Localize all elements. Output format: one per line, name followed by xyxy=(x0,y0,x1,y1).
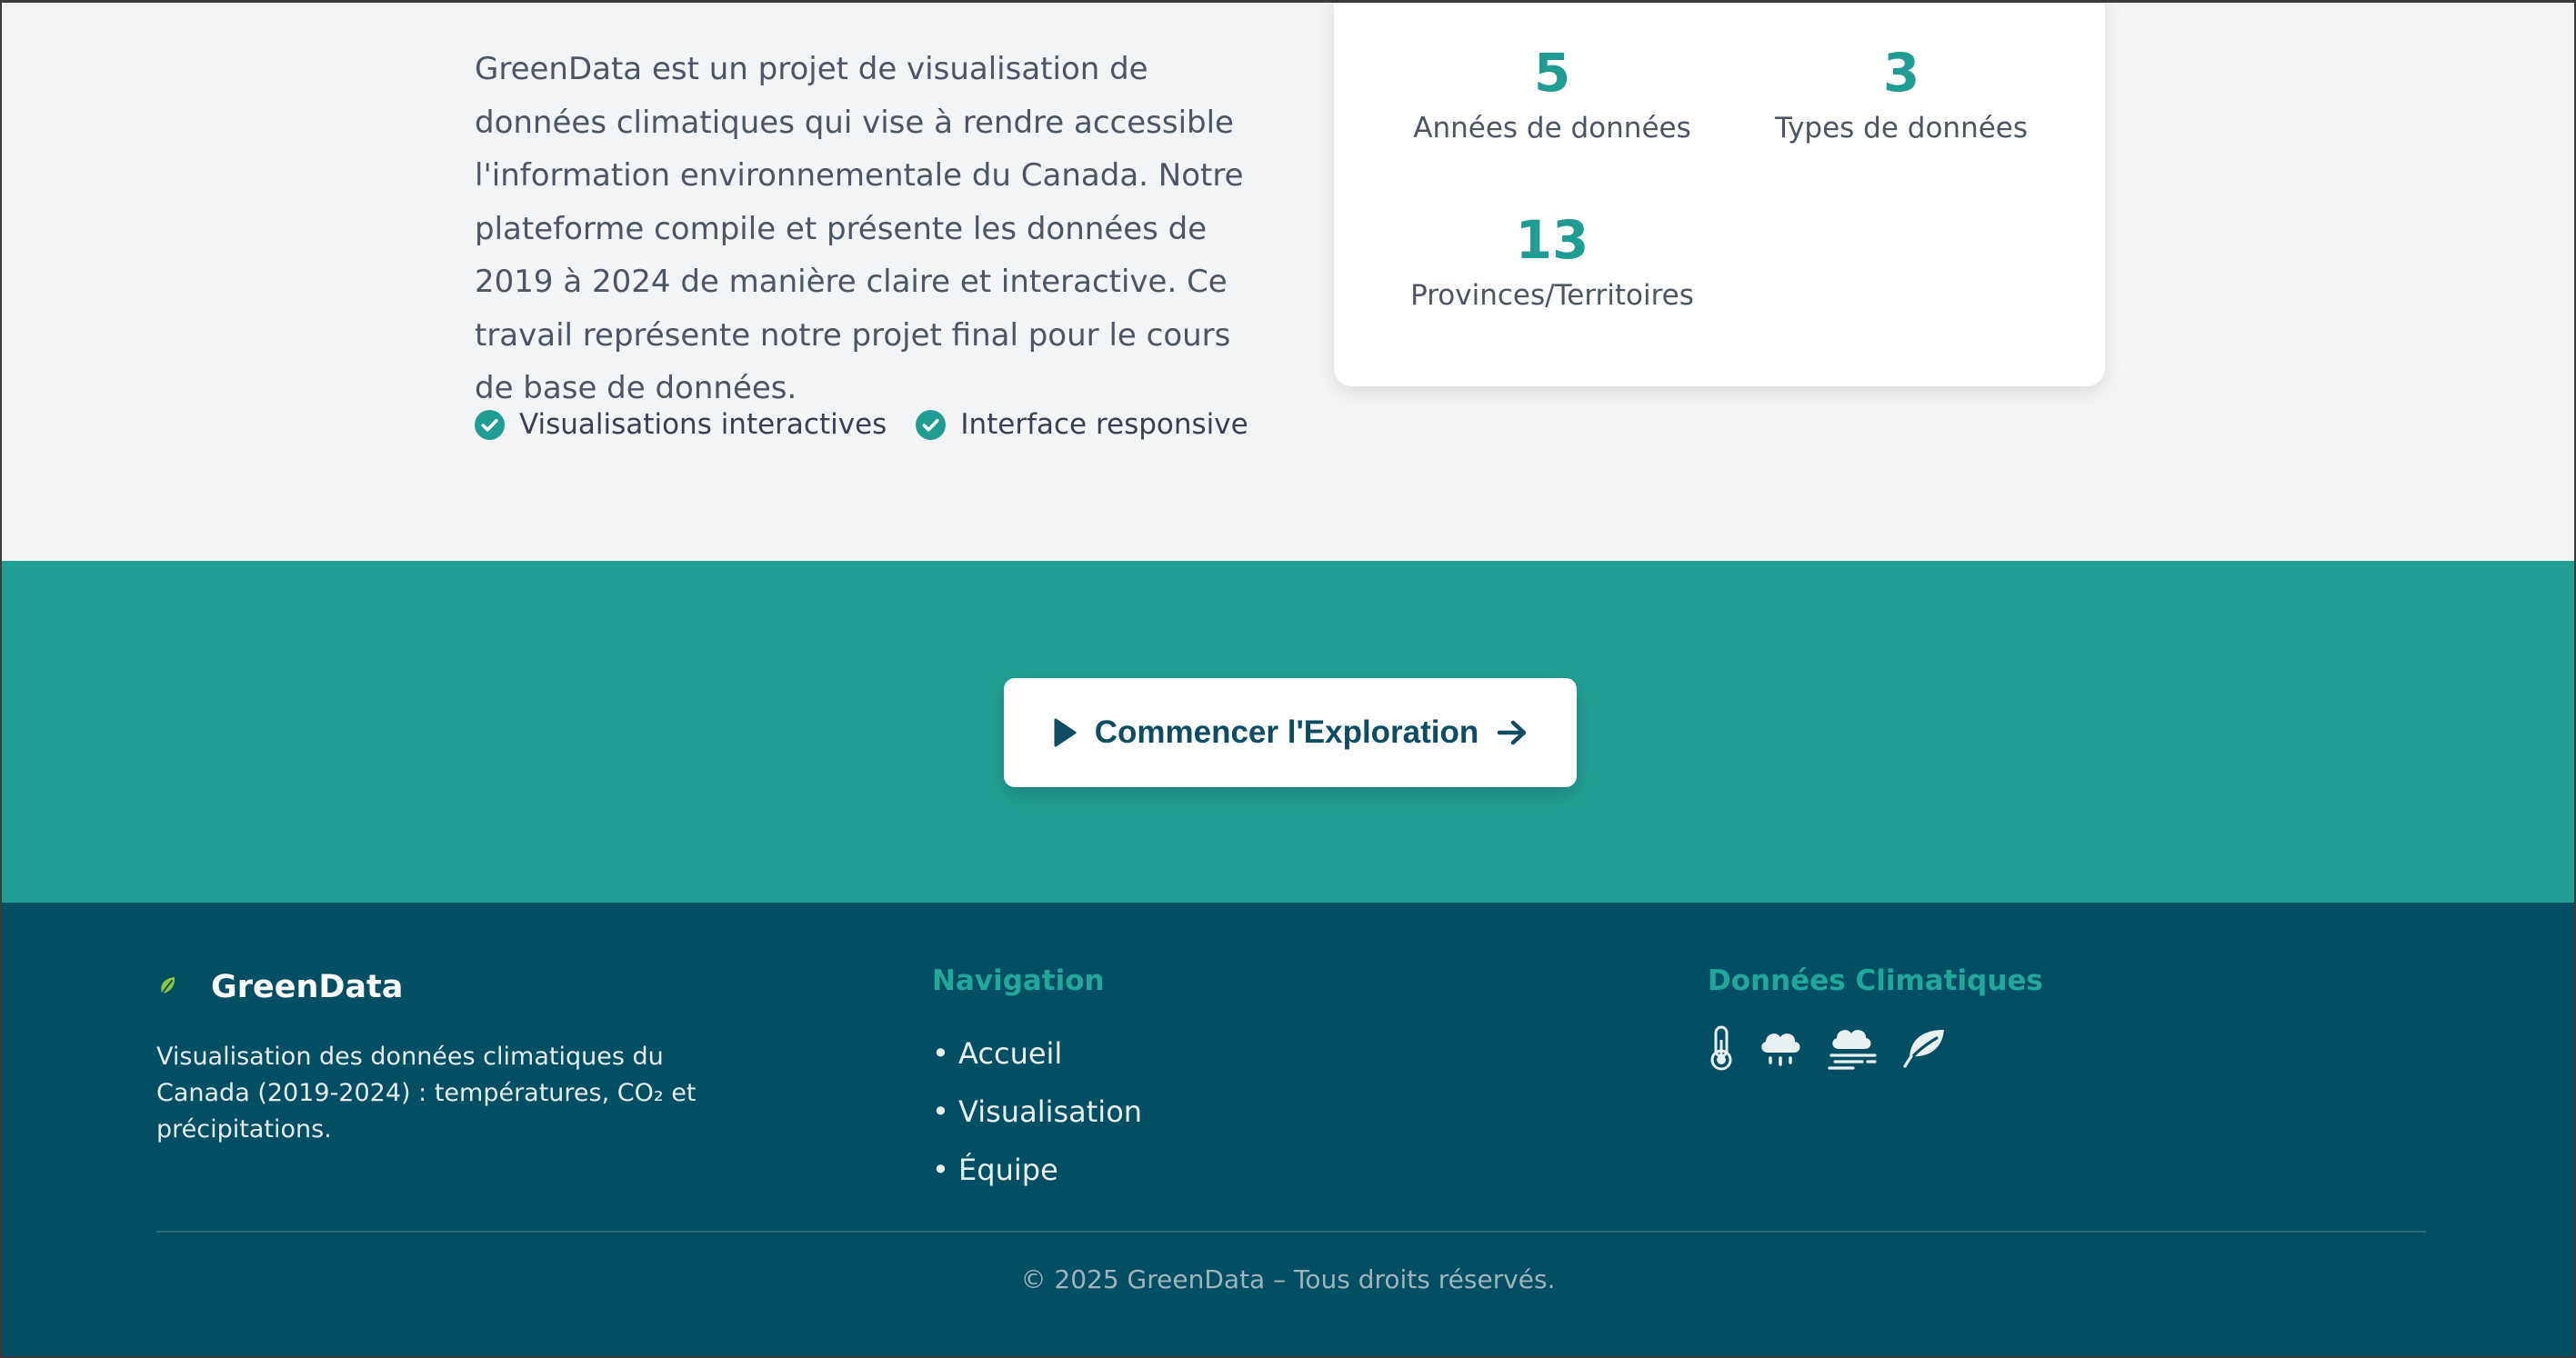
stat-data-types: 3 Types de données xyxy=(1727,41,2076,148)
leaf-icon xyxy=(159,977,175,998)
feature-label: Visualisations interactives xyxy=(519,408,887,441)
stat-number: 13 xyxy=(1515,209,1589,271)
page-viewport: GreenData est un projet de visualisation… xyxy=(2,3,2574,1356)
thermometer-icon xyxy=(1710,1025,1732,1071)
climate-data-heading: Données Climatiques xyxy=(1708,964,2043,997)
cta-label: Commencer l'Exploration xyxy=(1094,714,1479,750)
feature-item-interactive: Visualisations interactives xyxy=(475,408,887,441)
stat-number: 3 xyxy=(1882,42,1920,104)
stat-label: Années de données xyxy=(1413,112,1691,145)
feature-list: Visualisations interactives Interface re… xyxy=(475,408,1278,441)
footer-nav-team[interactable]: • Équipe xyxy=(932,1141,1142,1199)
footer: GreenData Visualisation des données clim… xyxy=(2,903,2574,1356)
brand-name: GreenData xyxy=(211,969,404,1005)
about-section: GreenData est un projet de visualisation… xyxy=(2,3,2574,561)
play-icon xyxy=(1054,718,1077,747)
footer-brand: GreenData xyxy=(156,969,403,1005)
stat-label: Provinces/Territoires xyxy=(1410,279,1694,312)
footer-nav-home[interactable]: • Accueil xyxy=(932,1024,1142,1083)
climate-icon-row xyxy=(1708,1025,1970,1071)
cta-section: Commencer l'Exploration xyxy=(2,561,2574,903)
rain-cloud-icon xyxy=(1761,1033,1800,1066)
check-circle-icon xyxy=(916,409,947,440)
feature-label: Interface responsive xyxy=(960,408,1248,441)
navigation-heading: Navigation xyxy=(932,964,1105,997)
footer-nav-list: • Accueil • Visualisation • Équipe xyxy=(932,1024,1142,1199)
stat-number: 5 xyxy=(1533,42,1571,104)
fog-cloud-icon xyxy=(1828,1030,1877,1070)
about-paragraph: GreenData est un projet de visualisation… xyxy=(475,51,1244,406)
stat-provinces: 13 Provinces/Territoires xyxy=(1378,208,1727,315)
arrow-right-icon xyxy=(1498,720,1527,745)
stat-label: Types de données xyxy=(1774,112,2029,145)
footer-nav-visualisation[interactable]: • Visualisation xyxy=(932,1083,1142,1141)
footer-description: Visualisation des données climatiques du… xyxy=(156,1043,697,1143)
check-circle-icon xyxy=(475,409,505,440)
stats-card: 5 Années de données 3 Types de données 1… xyxy=(1334,3,2105,386)
copyright-text: © 2025 GreenData – Tous droits réservés. xyxy=(1020,1264,1556,1294)
start-exploration-button[interactable]: Commencer l'Exploration xyxy=(1004,678,1577,787)
stat-years: 5 Années de données xyxy=(1378,41,1727,148)
footer-divider xyxy=(156,1231,2426,1233)
leaf-icon xyxy=(1903,1030,1944,1068)
feature-item-responsive: Interface responsive xyxy=(916,408,1248,441)
